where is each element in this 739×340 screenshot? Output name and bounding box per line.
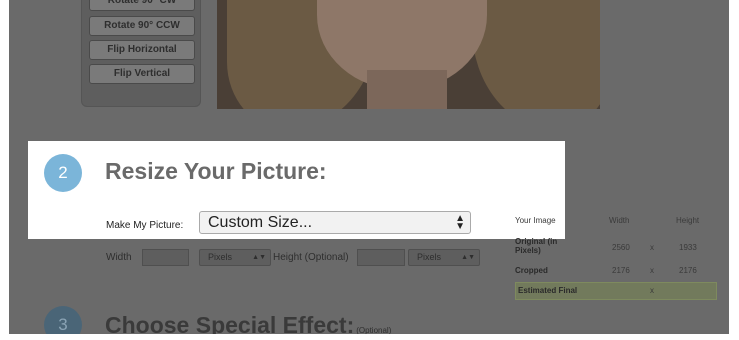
flip-vertical-button[interactable]: Flip Vertical <box>89 64 195 84</box>
make-picture-label: Make My Picture: <box>106 220 184 231</box>
row-original-x: x <box>650 243 654 252</box>
row-original-label: Original (in Pixels) <box>515 237 558 255</box>
row-original-height: 1933 <box>679 243 697 252</box>
row-cropped-width: 2176 <box>612 266 630 275</box>
width-unit-value: Pixels <box>208 252 233 262</box>
step-2-badge: 2 <box>44 154 82 192</box>
rotate-cw-button[interactable]: Rotate 90° CW <box>89 0 195 11</box>
select-arrows-icon: ▲▼ <box>455 213 465 232</box>
rotate-ccw-button[interactable]: Rotate 90° CCW <box>89 16 195 36</box>
row-cropped-label: Cropped <box>515 266 548 275</box>
table-header-width: Width <box>609 216 630 225</box>
select-arrows-icon: ▲▼ <box>252 254 266 261</box>
table-header-image: Your Image <box>515 216 556 225</box>
size-preset-value: Custom Size... <box>208 214 313 231</box>
page-dimmed-backdrop: Rotate 90° CW Rotate 90° CCW Flip Horizo… <box>9 0 729 340</box>
row-cropped-height: 2176 <box>679 266 697 275</box>
width-input[interactable] <box>142 249 189 266</box>
height-input[interactable] <box>357 249 405 266</box>
resize-title: Resize Your Picture: <box>105 158 327 184</box>
size-preset-select[interactable]: Custom Size... ▲ ▼ <box>199 211 471 234</box>
row-estimated-x: x <box>650 286 654 295</box>
row-cropped-x: x <box>650 266 654 275</box>
bottom-margin <box>0 334 739 340</box>
width-unit-select[interactable]: Pixels ▲▼ <box>199 249 271 266</box>
height-unit-select[interactable]: Pixels ▲▼ <box>408 249 480 266</box>
flip-horizontal-button[interactable]: Flip Horizontal <box>89 40 195 60</box>
width-label: Width <box>106 252 132 263</box>
table-header-height: Height <box>676 216 700 225</box>
height-unit-value: Pixels <box>417 252 442 262</box>
photo-preview <box>217 0 600 109</box>
row-estimated-label: Estimated Final <box>518 286 578 295</box>
row-original-width: 2560 <box>612 243 630 252</box>
height-label: Height (Optional) <box>273 252 349 263</box>
select-arrows-icon: ▲▼ <box>461 254 475 261</box>
image-tools-panel: Rotate 90° CW Rotate 90° CCW Flip Horizo… <box>81 0 201 107</box>
